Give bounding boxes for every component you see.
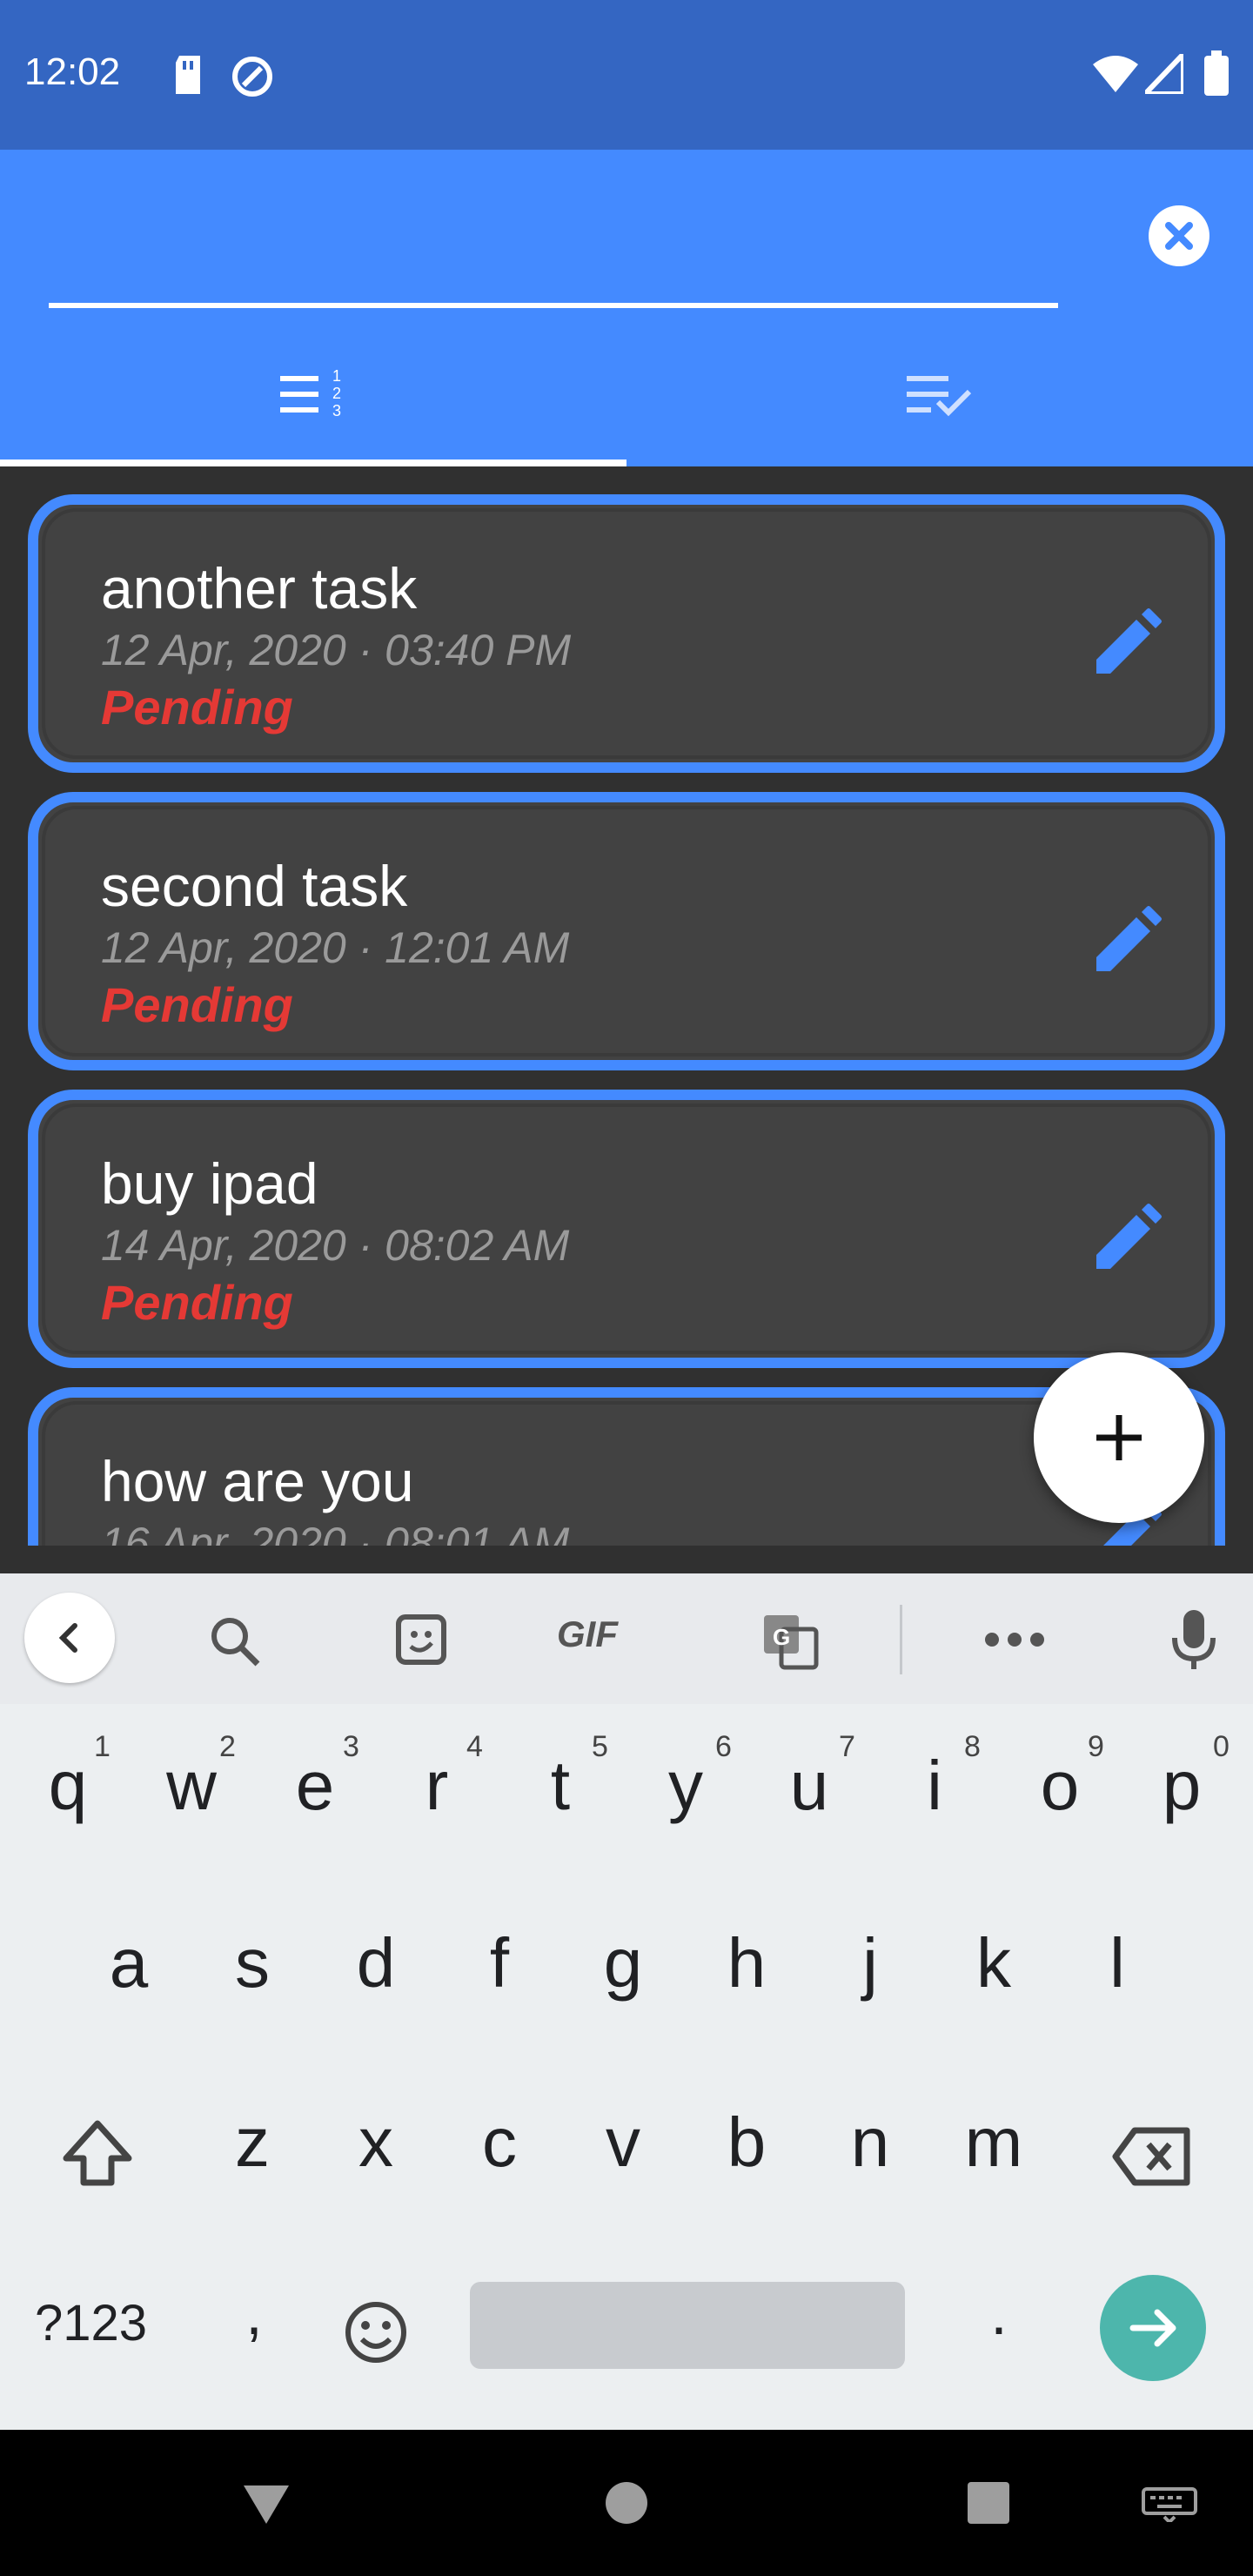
sticker-icon[interactable]: [393, 1612, 449, 1667]
keyboard-keys: q w e r t y u i o p 1 2 3 4 5 6 7 8 9 0 …: [0, 1704, 1253, 2430]
key-z[interactable]: z: [200, 2103, 305, 2183]
gif-button[interactable]: GIF: [557, 1613, 618, 1655]
task-status: Pending: [101, 977, 293, 1032]
key-n[interactable]: n: [818, 2103, 922, 2183]
plus-icon: [1096, 1415, 1142, 1460]
task-card[interactable]: buy ipad 14 Apr, 2020 · 08:02 AM Pending: [28, 1090, 1225, 1368]
task-card[interactable]: another task 12 Apr, 2020 · 03:40 PM Pen…: [28, 494, 1225, 773]
key-hint: 9: [1088, 1730, 1104, 1763]
key-hint: 4: [466, 1730, 483, 1763]
task-title: how are you: [101, 1449, 414, 1513]
key-hint: 2: [219, 1730, 236, 1763]
shift-icon[interactable]: [59, 2116, 136, 2193]
key-hint: 8: [964, 1730, 981, 1763]
edit-icon[interactable]: [1086, 1196, 1169, 1279]
svg-text:1: 1: [332, 367, 341, 385]
tab-pending[interactable]: 1 2 3: [0, 348, 626, 460]
search-icon[interactable]: [207, 1613, 263, 1669]
key-hint: 3: [343, 1730, 359, 1763]
backspace-icon[interactable]: [1110, 2125, 1194, 2188]
space-key[interactable]: [470, 2282, 905, 2369]
keyboard-toolbar: GIF G: [0, 1573, 1253, 1704]
data-saver-icon: [232, 57, 272, 97]
sd-card-icon: [176, 56, 200, 94]
key-hint: 6: [715, 1730, 732, 1763]
nav-home-icon[interactable]: [602, 2479, 651, 2527]
search-input[interactable]: [49, 230, 1062, 301]
svg-text:G: G: [773, 1624, 790, 1650]
keyboard-switch-icon[interactable]: [1142, 2487, 1197, 2522]
arrow-right-icon: [1129, 2309, 1176, 2347]
search-underline: [49, 303, 1058, 308]
task-title: second task: [101, 854, 408, 918]
task-date: 12 Apr, 2020 · 12:01 AM: [101, 923, 570, 972]
key-d[interactable]: d: [324, 1923, 428, 2003]
key-hint: 5: [592, 1730, 608, 1763]
list-numbered-icon: 1 2 3: [280, 367, 341, 419]
key-a[interactable]: a: [77, 1923, 181, 2003]
close-icon: [1165, 222, 1193, 250]
tab-completed[interactable]: [626, 348, 1253, 460]
key-comma[interactable]: ,: [202, 2278, 306, 2348]
status-time: 12:02: [24, 50, 121, 93]
svg-text:2: 2: [332, 385, 341, 402]
nav-recents-icon[interactable]: [964, 2479, 1013, 2527]
toolbar-divider: [900, 1605, 902, 1674]
status-bar: 12:02: [0, 0, 1253, 150]
nav-back-icon[interactable]: [238, 2475, 294, 2531]
back-icon: [58, 1623, 77, 1653]
wifi-icon: [1093, 56, 1138, 92]
key-m[interactable]: m: [941, 2103, 1046, 2183]
key-g[interactable]: g: [571, 1923, 675, 2003]
task-title: another task: [101, 556, 418, 621]
emoji-icon[interactable]: [343, 2299, 409, 2365]
enter-key[interactable]: [1100, 2275, 1206, 2381]
add-task-button[interactable]: [1034, 1352, 1204, 1523]
task-status: Pending: [101, 680, 293, 735]
translate-icon[interactable]: G: [761, 1612, 820, 1671]
key-hint: 0: [1213, 1730, 1230, 1763]
key-s[interactable]: s: [200, 1923, 305, 2003]
task-date: 14 Apr, 2020 · 08:02 AM: [101, 1221, 570, 1270]
task-date: 12 Apr, 2020 · 03:40 PM: [101, 626, 572, 674]
edit-icon[interactable]: [1086, 600, 1169, 684]
key-b[interactable]: b: [694, 2103, 799, 2183]
symbols-key[interactable]: ?123: [35, 2294, 147, 2352]
mic-icon[interactable]: [1171, 1608, 1216, 1671]
task-date: 16 Apr, 2020 · 08:01 AM: [101, 1519, 570, 1546]
svg-text:3: 3: [332, 402, 341, 419]
clear-search-button[interactable]: [1149, 205, 1209, 266]
navigation-bar: [0, 2430, 1253, 2576]
more-icon[interactable]: [983, 1631, 1046, 1648]
back-button[interactable]: [24, 1593, 115, 1683]
key-k[interactable]: k: [941, 1923, 1046, 2003]
key-c[interactable]: c: [447, 2103, 552, 2183]
key-x[interactable]: x: [324, 2103, 428, 2183]
task-card[interactable]: second task 12 Apr, 2020 · 12:01 AM Pend…: [28, 792, 1225, 1070]
key-v[interactable]: v: [571, 2103, 675, 2183]
playlist-check-icon: [907, 376, 972, 417]
key-hint: 7: [839, 1730, 855, 1763]
key-j[interactable]: j: [818, 1923, 922, 2003]
key-period[interactable]: .: [947, 2278, 1051, 2348]
cell-signal-icon: [1145, 54, 1183, 94]
edit-icon[interactable]: [1086, 898, 1169, 982]
battery-icon: [1204, 50, 1229, 96]
task-title: buy ipad: [101, 1151, 318, 1216]
key-f[interactable]: f: [447, 1923, 552, 2003]
tab-indicator: [0, 460, 626, 466]
key-h[interactable]: h: [694, 1923, 799, 2003]
key-hint: 1: [94, 1730, 111, 1763]
task-status: Pending: [101, 1275, 293, 1330]
key-l[interactable]: l: [1065, 1923, 1169, 2003]
